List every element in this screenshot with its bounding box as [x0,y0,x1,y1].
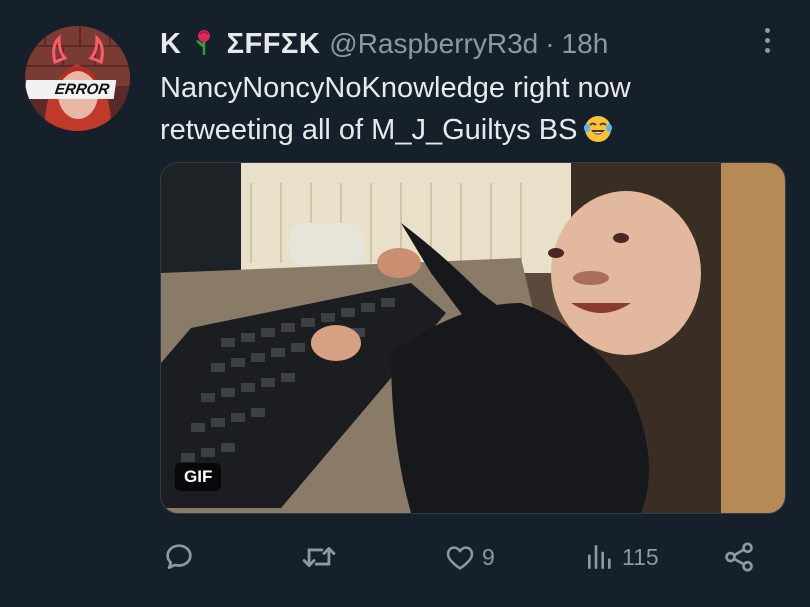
retweet-icon [302,547,336,567]
like-button[interactable]: 9 [444,530,495,584]
tweet-header: K ΣFFΣK @RaspberryR3d · 18h [160,24,608,64]
avatar-image [25,26,130,131]
views-chart-icon [588,545,611,569]
reply-icon [166,544,192,569]
more-options-icon[interactable] [752,22,782,58]
views-button[interactable]: 115 [584,530,659,584]
display-name-suffix: ΣFFΣK [226,27,321,60]
retweet-button[interactable] [300,530,344,584]
gif-frame-image [161,163,785,513]
avatar-error-label: ERROR [25,80,117,99]
gif-badge: GIF [175,463,222,491]
display-name-prefix: K [160,27,182,60]
tweet-text-line-1: NancyNoncyNoKnowledge right now [160,72,631,104]
share-icon [725,542,753,572]
reply-button[interactable] [162,530,202,584]
like-count: 9 [482,543,495,570]
timestamp[interactable]: 18h [562,28,609,60]
tweet-text: NancyNoncyNoKnowledge right now retweeti… [160,67,760,151]
user-handle[interactable]: @RaspberryR3d [329,28,538,60]
tweet-text-line-2-text: retweeting all of M_J_Guiltys BS [160,114,578,146]
tweet-actions: 9 115 [160,530,760,584]
gif-media[interactable]: GIF [160,162,786,514]
profile-avatar[interactable]: ERROR [25,26,130,131]
heart-icon [446,546,474,570]
separator-dot: · [545,28,555,59]
rose-icon [192,28,216,61]
display-name[interactable]: K ΣFFΣK [160,28,320,61]
tweet-text-line-2: retweeting all of M_J_Guiltys BS [160,109,760,151]
views-count: 115 [622,543,659,570]
share-button[interactable] [722,530,756,584]
face-with-tears-of-joy-icon [583,114,613,144]
